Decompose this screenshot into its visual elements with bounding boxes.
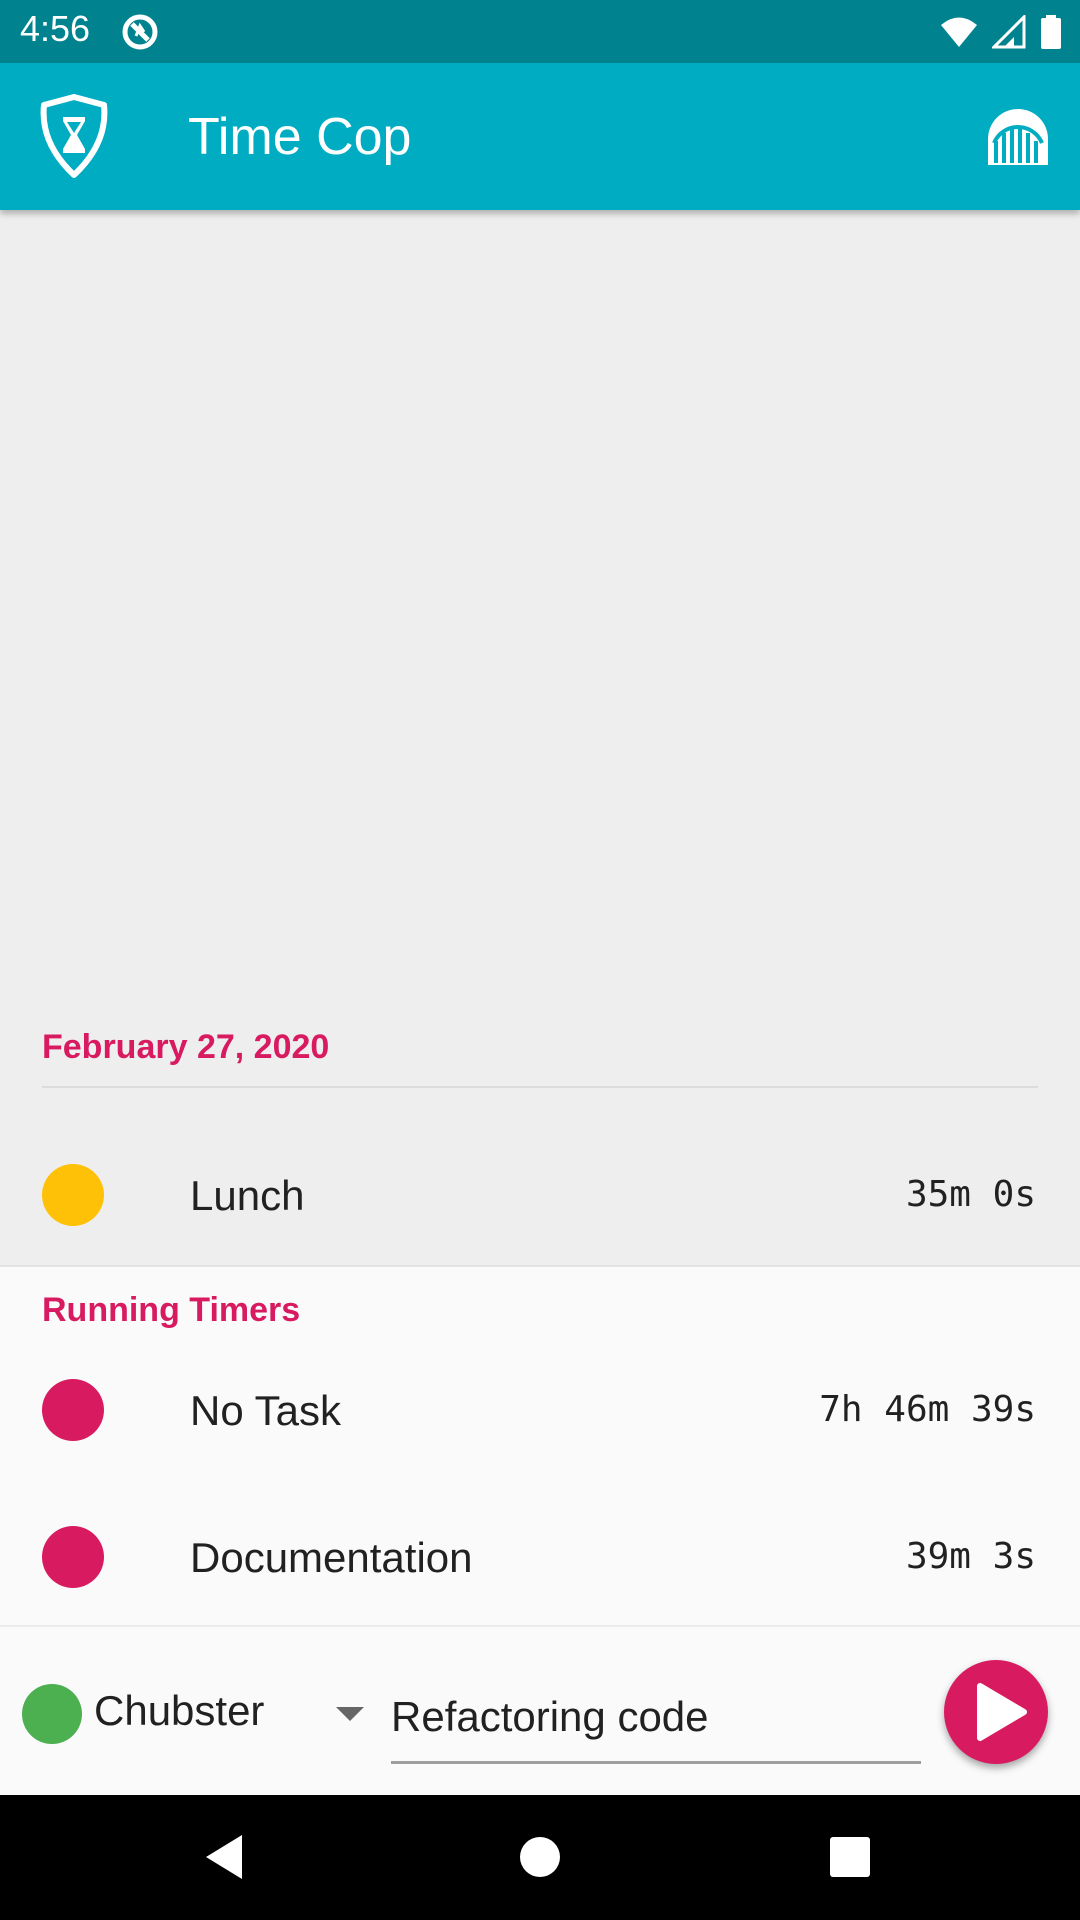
new-timer-bar: Chubster: [0, 1625, 1080, 1797]
project-color-dot: [42, 1164, 104, 1226]
list-item[interactable]: Lunch 35m 0s: [0, 1130, 1080, 1260]
timer-label: Documentation: [190, 1534, 473, 1581]
timer-duration: 35m 0s: [905, 1174, 1036, 1215]
list-item[interactable]: Documentation 39m 3s: [0, 1494, 1080, 1624]
timer-duration: 39m 3s: [905, 1536, 1036, 1577]
status-icons: [940, 12, 1062, 52]
back-icon[interactable]: [198, 1827, 258, 1887]
wifi-icon: [941, 17, 977, 47]
shield-hourglass-icon: [40, 94, 108, 178]
status-time: 4:56: [20, 8, 91, 49]
timer-label: Lunch: [190, 1172, 305, 1219]
battery-icon: [1041, 15, 1061, 49]
chevron-down-icon[interactable]: [336, 1707, 364, 1721]
project-color-dot: [22, 1684, 82, 1744]
status-bar: 4:56: [0, 0, 1080, 63]
project-name: Chubster: [94, 1687, 265, 1734]
timer-history[interactable]: February 27, 2020 Lunch 35m 0s: [0, 210, 1080, 1265]
project-color-dot: [42, 1526, 104, 1588]
system-nav-bar: [0, 1795, 1080, 1920]
home-icon[interactable]: [510, 1827, 570, 1887]
description-field[interactable]: [391, 1687, 921, 1764]
project-color-dot: [42, 1379, 104, 1441]
date-divider: [42, 1086, 1038, 1088]
page-title: Time Cop: [188, 108, 412, 166]
app-notification-icon: [122, 14, 158, 50]
export-icon[interactable]: [982, 103, 1054, 175]
running-timers-panel: Running Timers No Task 7h 46m 39s Docume…: [0, 1265, 1080, 1627]
date-header: February 27, 2020: [42, 1028, 330, 1066]
timer-label: No Task: [190, 1387, 341, 1434]
list-item[interactable]: No Task 7h 46m 39s: [0, 1347, 1080, 1477]
timer-duration: 7h 46m 39s: [819, 1389, 1036, 1430]
running-timers-title: Running Timers: [42, 1291, 301, 1329]
signal-icon: [992, 15, 1026, 49]
recents-icon[interactable]: [820, 1827, 880, 1887]
start-timer-button[interactable]: [944, 1660, 1048, 1764]
app-bar: Time Cop: [0, 63, 1080, 210]
play-icon: [977, 1683, 1027, 1741]
